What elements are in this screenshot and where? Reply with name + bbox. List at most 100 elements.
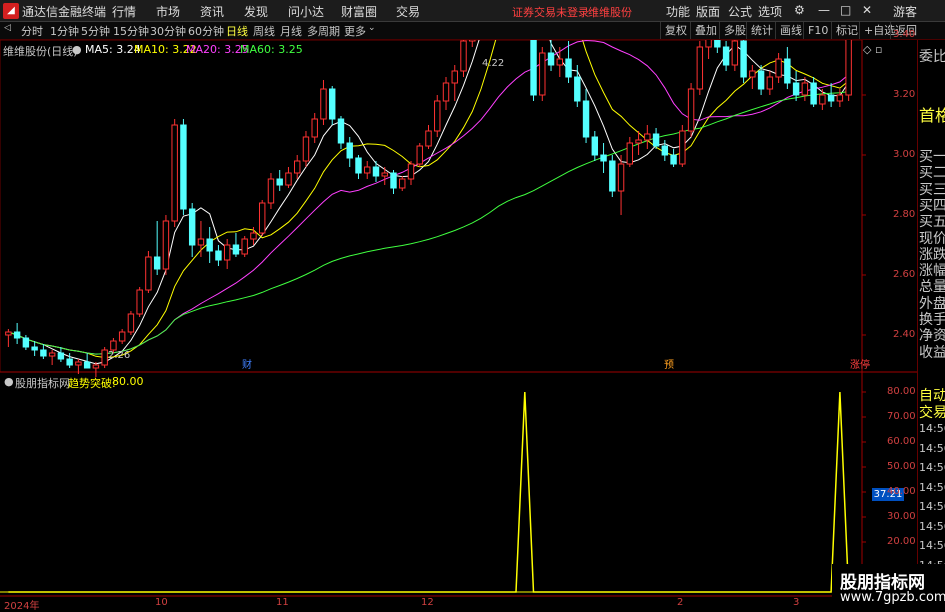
indicator-series [8,391,850,593]
date-label-2: 2 [677,597,684,608]
period-multi[interactable]: 多周期 [307,23,340,39]
candle-body [337,118,345,144]
maximize-icon[interactable]: □ [840,3,851,17]
period-30min[interactable]: 30分钟 [150,23,186,39]
candle-body [784,58,791,84]
date-label-year: 2024年 [4,601,40,612]
candle-body [22,337,30,348]
side-trade[interactable]: 交易 [919,402,945,422]
tool-tongji[interactable]: 统计 [746,22,777,39]
candle-body [31,346,38,351]
zhangting-tag[interactable]: 涨停 [848,360,872,372]
indicator-value: 80.00 [112,375,144,388]
candle-body [276,178,283,186]
login-notice[interactable]: 证券交易未登录 [512,4,589,20]
cai-tag[interactable]: 财 [240,360,254,372]
menu-xuanxiang[interactable]: 选项 [758,3,782,20]
side-time-6: 14:56 [919,539,945,552]
close-icon[interactable]: ✕ [862,3,872,17]
price-tick-8: 2.60 [893,269,916,280]
side-time-3: 14:56 [919,480,945,494]
period-more[interactable]: 更多 [344,23,366,39]
indicator-name: 股朋指标网 [15,377,70,390]
side-weibi: 委比 [919,49,945,65]
tool-huaxian[interactable]: 画线 [775,22,806,39]
candle-body [416,145,423,165]
settings-circle-icon[interactable]: ● [72,43,82,56]
menu-gongneng[interactable]: 功能 [666,3,690,20]
chart-grid [0,40,917,597]
period-5min[interactable]: 5分钟 [81,23,110,39]
menu-jiaoyi[interactable]: 交易 [396,3,420,20]
tool-fuquan[interactable]: 复权 [660,22,691,39]
candle-body [206,238,213,252]
candle-body [705,40,712,48]
chevron-down-icon[interactable]: ⌄ [368,23,376,33]
candle-body [320,88,327,120]
candle-body [644,133,651,141]
menu-banmian[interactable]: 版面 [696,3,720,20]
close-small-icon[interactable]: ▫ [875,43,882,56]
candle-body [434,100,441,132]
menu-shichang[interactable]: 市场 [156,3,180,20]
diamond-icon[interactable]: ◇ [863,43,871,56]
period-fenshi[interactable]: 分时 [21,23,43,39]
period-60min[interactable]: 60分钟 [188,23,224,39]
app-title: 通达信金融终端 [22,5,107,19]
tool-diejia[interactable]: 叠加 [690,22,721,39]
candle-body [652,133,660,147]
ind-settings-icon[interactable]: ● [4,375,14,388]
menu-caifuquan[interactable]: 财富圈 [341,3,377,20]
menu-gongshi[interactable]: 公式 [728,3,752,20]
indicator-line [8,391,850,593]
candle-body [757,70,765,90]
candle-body [600,154,607,162]
period-15min[interactable]: 15分钟 [113,23,149,39]
candle-body [250,232,257,240]
candle-body [153,256,161,270]
candle-body [145,256,152,291]
menu-zixun[interactable]: 资讯 [200,3,224,20]
period-daily[interactable]: 日线 [226,23,248,39]
period-1min[interactable]: 1分钟 [50,23,79,39]
candle-body [329,88,336,120]
candle-body [399,178,406,189]
candle-body [792,82,800,96]
price-tick-4: 3.40 [893,29,916,40]
tool-biaoji[interactable]: 标记 [831,22,862,39]
candle-body [714,40,721,48]
candle-body [110,340,117,351]
candle-body [311,118,318,138]
candle-body [749,70,756,78]
date-label-11: 11 [276,597,289,608]
menu-hangqing[interactable]: 行情 [112,3,136,20]
candle-body [451,70,458,84]
chart-area[interactable] [0,40,917,609]
minimize-icon[interactable]: — [818,3,830,17]
period-weekly[interactable]: 周线 [253,23,275,39]
candle-body [197,238,205,246]
tool-f10[interactable]: F10 [803,22,832,39]
candle-body [258,202,266,234]
ma5-line [8,40,850,365]
candle-body [442,82,450,102]
candle-body [40,349,47,357]
yu-tag[interactable]: 预 [662,360,676,372]
candle-body [364,166,371,174]
period-monthly[interactable]: 月线 [280,23,302,39]
candle-body [722,46,730,66]
guest-label[interactable]: 游客 [893,3,917,20]
candle-body [810,82,817,105]
candle-body [355,157,362,174]
candle-body [180,124,187,210]
side-time-1: 14:56 [919,441,945,455]
candle-body [171,124,178,222]
menu-faxian[interactable]: 发现 [244,3,268,20]
ma10-line [8,40,849,359]
collapse-arrow-icon[interactable]: ◁ [4,23,11,33]
candle-body [670,154,677,165]
ind-tick-6: 20.00 [887,536,916,547]
candle-body [293,160,301,174]
gear-icon[interactable]: ⚙ [794,3,805,17]
menu-wenxiaoda[interactable]: 问小达 [288,3,324,20]
